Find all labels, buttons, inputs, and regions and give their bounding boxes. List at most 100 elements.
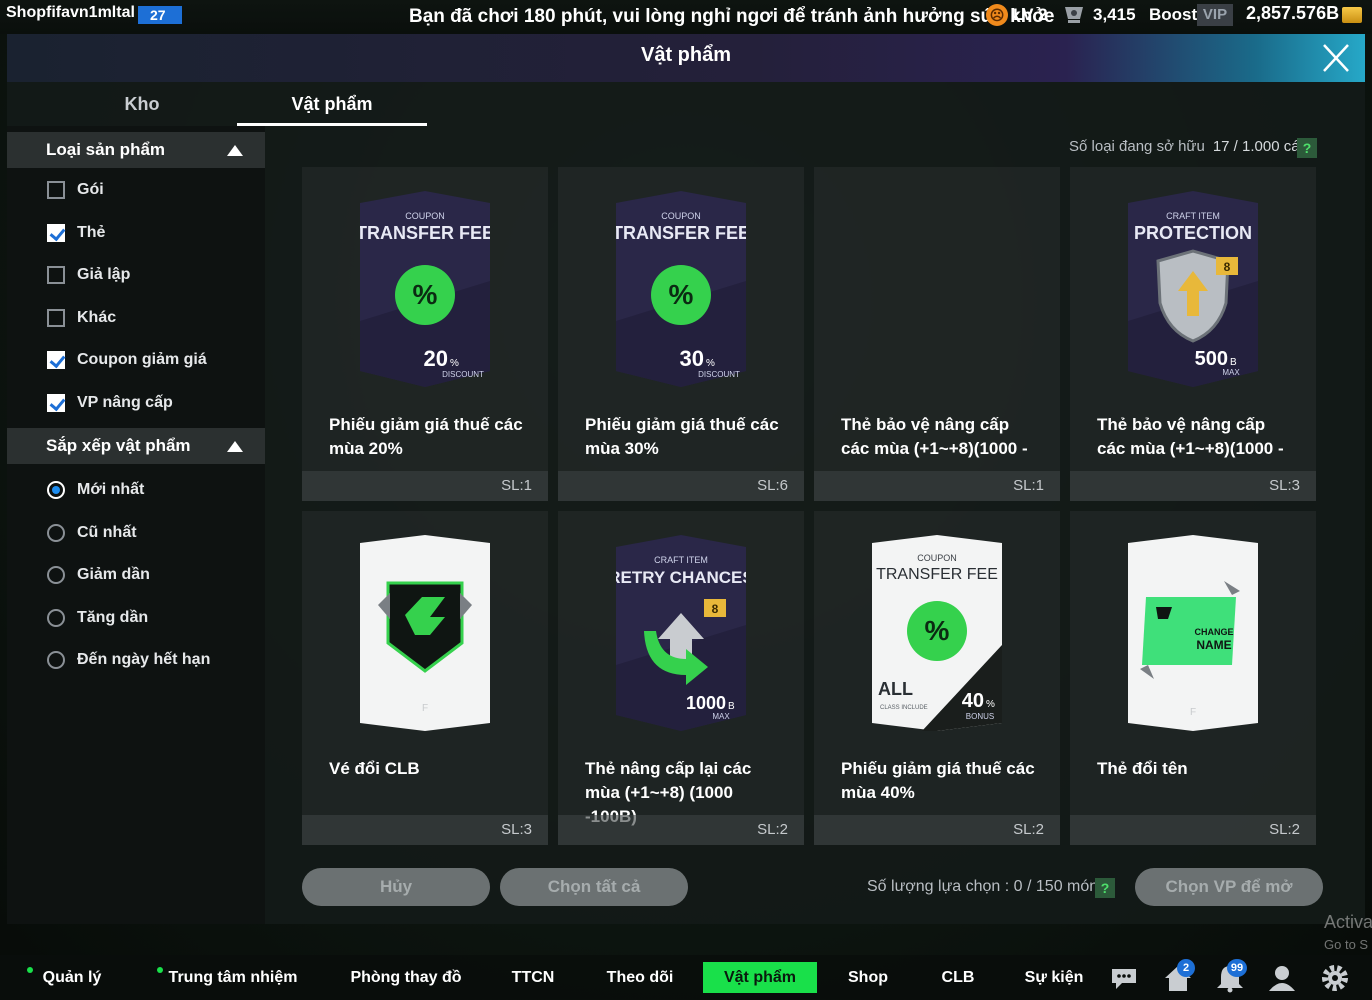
retry-card-art: CRAFT ITEM RETRY CHANCES 8 1000 B MAX: [616, 535, 746, 731]
art-unit-text: %: [706, 358, 715, 369]
sort-label: Mới nhất: [77, 481, 145, 498]
sort-giam-dan[interactable]: Giảm dần: [47, 563, 150, 587]
item-qty: SL:2: [1070, 815, 1316, 845]
watermark-line2: Go to S: [1324, 937, 1369, 952]
art-unit-text: B: [1230, 357, 1237, 368]
checkbox[interactable]: [47, 309, 65, 327]
nav-phong-thay-do[interactable]: Phòng thay đồ: [350, 955, 462, 1000]
art-top-text: CRAFT ITEM: [1166, 211, 1220, 221]
profile-icon[interactable]: [1267, 963, 1297, 993]
filter-khac[interactable]: Khác: [47, 306, 116, 330]
open-items-button[interactable]: Chọn VP để mở: [1135, 868, 1323, 906]
radio[interactable]: [47, 524, 65, 542]
sort-tang-dan[interactable]: Tăng dần: [47, 606, 148, 630]
item-name: Thẻ bảo vệ nâng cấp các mùa (+1~+8)(1000…: [841, 415, 1028, 458]
nav-quan-ly-ct[interactable]: Quản lý CT: [30, 955, 114, 1000]
home-badge: 2: [1177, 959, 1195, 977]
item-card[interactable]: Thẻ bảo vệ nâng cấp các mùa (+1~+8)(1000…: [814, 167, 1060, 501]
tab-vat-pham[interactable]: Vật phẩm: [237, 82, 427, 126]
modal-tabs: Kho Vật phẩm: [7, 82, 437, 126]
checkbox[interactable]: [47, 266, 65, 284]
item-name: Phiếu giảm giá thuế các mùa 40%: [841, 759, 1035, 802]
selection-count: Số lượng lựa chọn : 0 / 150 món: [867, 878, 1099, 895]
checkbox[interactable]: [47, 394, 65, 412]
radio[interactable]: [47, 609, 65, 627]
art-unit-text: %: [986, 699, 995, 710]
chat-icon[interactable]: [1109, 963, 1139, 993]
art-top-text: COUPON: [661, 211, 701, 221]
bottom-nav: Quản lý CT Trung tâm nhiệm vụ Phòng thay…: [0, 955, 1372, 1000]
nav-shop[interactable]: Shop: [840, 955, 896, 1000]
item-card[interactable]: CHANGE NAME F Thẻ đổi tên SL:2: [1070, 511, 1316, 845]
item-qty: SL:2: [558, 815, 804, 845]
item-card[interactable]: COUPON TRANSFER FEE % ALL CLASS INCLUDE …: [814, 511, 1060, 845]
nav-su-kien[interactable]: Sự kiện: [1022, 955, 1086, 1000]
filter-label: Gói: [77, 181, 104, 198]
sort-cu-nhat[interactable]: Cũ nhất: [47, 521, 137, 545]
art-title-text: TRANSFER FEE: [360, 223, 490, 243]
nav-theo-doi[interactable]: Theo dõi: [602, 955, 678, 1000]
filter-goi[interactable]: Gói: [47, 178, 104, 202]
filter-section-header[interactable]: Loại sản phẩm: [7, 132, 265, 168]
item-card[interactable]: COUPON TRANSFER FEE % 20 % DISCOUNT Phiế…: [302, 167, 548, 501]
owned-label: Số loại đang sở hữu: [1069, 138, 1205, 155]
nav-vat-pham[interactable]: Vật phẩm: [703, 962, 817, 993]
sort-moi-nhat[interactable]: Mới nhất: [47, 478, 144, 502]
item-name: Thẻ đổi tên: [1097, 759, 1188, 778]
bell-badge: 99: [1227, 959, 1247, 977]
item-card[interactable]: CRAFT ITEM PROTECTION 8 500 B MAX Thẻ bả…: [1070, 167, 1316, 501]
settings-icon[interactable]: [1320, 963, 1350, 993]
owned-value: 17 / 1.000 cái: [1212, 138, 1303, 155]
nav-ttcn[interactable]: TTCN: [503, 955, 563, 1000]
item-card[interactable]: COUPON TRANSFER FEE % 30 % DISCOUNT Phiế…: [558, 167, 804, 501]
filter-gia-lap[interactable]: Giả lập: [47, 263, 130, 287]
art-top-text: COUPON: [917, 553, 957, 563]
checkbox[interactable]: [47, 224, 65, 242]
username: Shopfifavn1mltal: [6, 4, 135, 21]
user-number-badge: 27: [138, 6, 182, 24]
radio[interactable]: [47, 651, 65, 669]
item-card[interactable]: F Vé đổi CLB SL:3: [302, 511, 548, 845]
item-card[interactable]: CRAFT ITEM RETRY CHANCES 8 1000 B MAX Th…: [558, 511, 804, 845]
nav-trung-tam-nhiem-vu[interactable]: Trung tâm nhiệm vụ: [162, 955, 304, 1000]
level-label: LV 2: [1013, 5, 1048, 24]
art-all-text: ALL: [878, 679, 913, 699]
sort-het-han[interactable]: Đến ngày hết hạn: [47, 648, 210, 672]
filter-label: Coupon giảm giá: [77, 351, 207, 368]
art-top-text: COUPON: [405, 211, 445, 221]
item-name: Thẻ bảo vệ nâng cấp các mùa (+1~+8)(1000…: [1097, 415, 1284, 458]
tab-kho[interactable]: Kho: [47, 82, 237, 126]
help-icon[interactable]: ?: [1095, 878, 1115, 898]
nav-clb[interactable]: CLB: [934, 955, 982, 1000]
trophy-icon: [1065, 7, 1083, 23]
sort-label: Cũ nhất: [77, 524, 137, 541]
watermark-line1: Activa: [1324, 912, 1372, 932]
art-title-text: TRANSFER FEE: [876, 566, 998, 583]
art-value-text: 30: [680, 346, 704, 371]
cancel-button[interactable]: Hủy: [302, 868, 490, 906]
checkbox[interactable]: [47, 181, 65, 199]
boost-label[interactable]: Boost: [1149, 5, 1197, 25]
modal-header: Vật phẩm: [7, 34, 1365, 82]
checkbox[interactable]: [47, 351, 65, 369]
filter-vp-nang-cap[interactable]: VP nâng cấp: [47, 391, 173, 415]
owned-count: Số loại đang sở hữu 17 / 1.000 cái: [1069, 138, 1303, 155]
sort-section-header[interactable]: Sắp xếp vật phẩm: [7, 428, 265, 464]
vip-badge[interactable]: VIP: [1197, 4, 1233, 26]
filter-label: VP nâng cấp: [77, 394, 173, 411]
radio[interactable]: [47, 481, 65, 499]
art-title-text: RETRY CHANCES: [616, 568, 746, 587]
art-title-text: TRANSFER FEE: [616, 223, 746, 243]
select-all-button[interactable]: Chọn tất cả: [500, 868, 688, 906]
art-name-text: NAME: [1196, 638, 1231, 652]
sort-label: Giảm dần: [77, 566, 150, 583]
radio[interactable]: [47, 566, 65, 584]
sort-label: Đến ngày hết hạn: [77, 651, 211, 668]
close-icon[interactable]: [1317, 40, 1355, 76]
filter-coupon[interactable]: Coupon giảm giá: [47, 348, 207, 372]
coins-value: 2,857.576B: [1246, 3, 1340, 23]
art-sub-text: MAX: [1222, 368, 1240, 377]
help-icon[interactable]: ?: [1297, 138, 1317, 158]
item-name: Phiếu giảm giá thuế các mùa 20%: [329, 415, 523, 458]
filter-the[interactable]: Thẻ: [47, 221, 105, 245]
